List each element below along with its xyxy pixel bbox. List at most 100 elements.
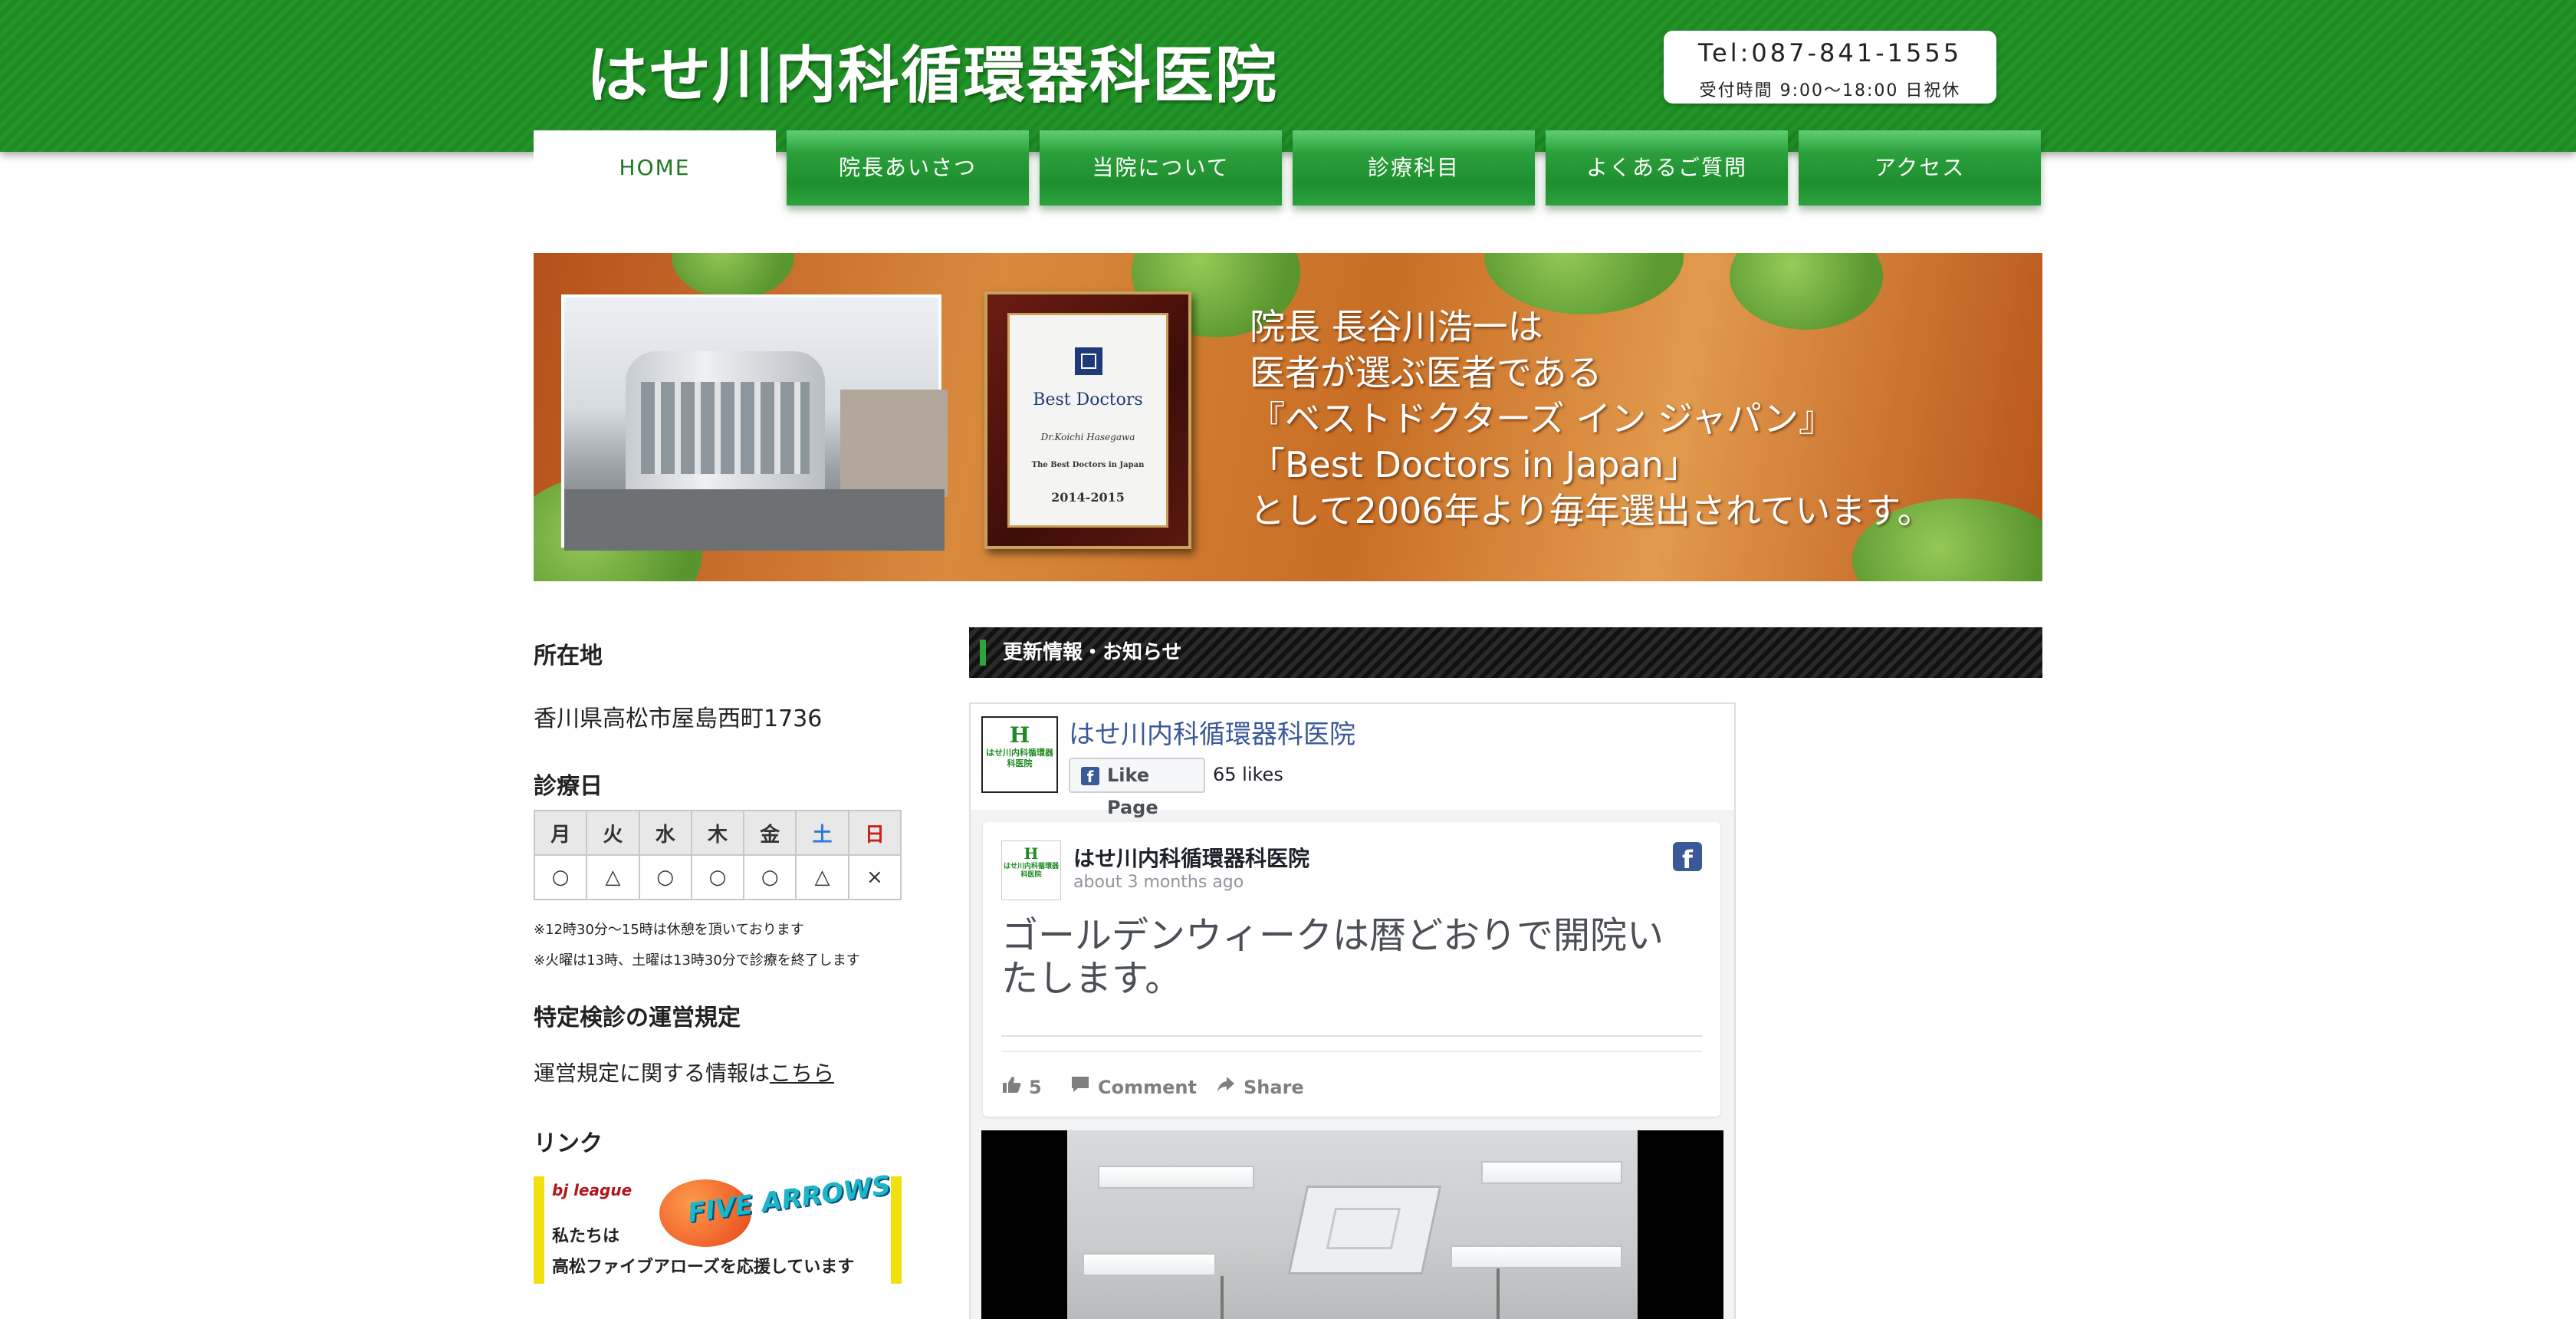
mark-cell: ○ [690,854,745,900]
nav-item-access[interactable]: アクセス [1799,130,2041,206]
leaf-decoration [672,253,794,299]
mark-cell: △ [586,854,640,900]
ceiling-light [1098,1166,1254,1189]
nav-item-about[interactable]: 当院について [1040,130,1282,206]
day-cell: 月 [533,810,588,856]
support-text-line1: 私たちは [552,1227,620,1246]
main-nav: HOME 院長あいさつ 当院について 診療科目 よくあるご質問 アクセス [534,130,2042,209]
mark-cell: △ [795,854,849,900]
nav-item-departments[interactable]: 診療科目 [1293,130,1535,206]
likes-count: 65 likes [1213,764,1283,785]
schedule-days-row: 月 火 水 木 金 土 日 [533,810,902,856]
news-heading-bar: 更新情報・お知らせ [969,627,2042,678]
mark-cell: ○ [533,854,588,900]
hero-banner: Best Doctors Dr.Koichi Hasegawa The Best… [534,253,2042,581]
share-icon [1216,1075,1236,1098]
day-cell: 水 [638,810,692,856]
plaque-doctor-name: Dr.Koichi Hasegawa [1040,432,1135,442]
avatar-text: はせ川内科循環器科医院 [986,748,1053,768]
fb-post-text: ゴールデンウィークは暦どおりで開院いたします。 [1001,914,1664,1000]
fb-page-header: H はせ川内科循環器科医院 はせ川内科循環器科医院 f Like Page 65… [971,704,1734,818]
like-count: 5 [1029,1077,1042,1098]
fb-post-video[interactable] [981,1130,1723,1319]
ceiling-pipe [1497,1268,1500,1319]
links-heading: リンク [534,1130,603,1157]
rules-link[interactable]: こちら [770,1061,834,1086]
comment-action[interactable]: Comment [1070,1075,1197,1098]
location-heading: 所在地 [534,643,603,669]
schedule-marks-row: ○ △ ○ ○ ○ △ × [533,854,902,900]
facebook-logo-icon[interactable]: f [1673,842,1702,871]
schedule-heading: 診療日 [534,773,603,800]
ceiling-light [1481,1161,1622,1184]
five-arrows-logo: FIVE ARROWS [685,1169,893,1229]
site-title[interactable]: はせ川内科循環器科医院 [586,34,1278,118]
divider [1001,1051,1702,1052]
plaque-certificate: Best Doctors Dr.Koichi Hasegawa The Best… [1007,313,1168,528]
plaque-title: Best Doctors [1033,390,1143,410]
mark-cell: ○ [743,854,797,900]
nav-item-greeting[interactable]: 院長あいさつ [787,130,1029,206]
banner-line: 『ベストドクターズ イン ジャパン』 [1250,398,1835,439]
nav-item-faq[interactable]: よくあるご質問 [1546,130,1788,206]
rules-text-label: 運営規定に関する情報は [534,1061,770,1086]
parking-lot [564,489,945,551]
news-heading: 更新情報・お知らせ [1003,641,1182,664]
banner-message: 院長 長谷川浩一は 医者が選ぶ医者である 『ベストドクターズ イン ジャパン』 … [1250,304,2024,534]
fb-post-author[interactable]: はせ川内科循環器科医院 [1073,842,1309,873]
avatar-letter: H [1024,844,1039,863]
best-doctors-logo-icon [1075,347,1102,375]
rules-text: 運営規定に関する情報はこちら [534,1057,834,1087]
facebook-page-widget: H はせ川内科循環器科医院 はせ川内科循環器科医院 f Like Page 65… [969,702,1736,1319]
comment-icon [1070,1075,1090,1098]
divider [1001,1035,1702,1037]
ceiling-light [1083,1253,1216,1276]
mark-cell: ○ [638,854,692,900]
facebook-f-icon: f [1081,767,1099,786]
day-cell: 金 [743,810,797,856]
phone-number[interactable]: Tel:087-841-1555 [1664,38,1996,67]
site-header: はせ川内科循環器科医院 Tel:087-841-1555 受付時間 9:00〜1… [0,0,2576,152]
schedule-note-break: ※12時30分〜15時は休憩を頂いております [534,922,804,938]
mark-cell: × [847,854,902,900]
clinic-building-photo [561,294,948,551]
five-arrows-banner-link[interactable]: bj league FIVE ARROWS 私たちは 高松ファイブアローズを応援… [534,1170,902,1284]
best-doctors-plaque: Best Doctors Dr.Koichi Hasegawa The Best… [984,291,1191,549]
reception-hours: 受付時間 9:00〜18:00 日祝休 [1699,81,1961,100]
thumbs-up-icon [1001,1075,1021,1098]
neighbor-house [840,390,948,497]
share-action[interactable]: Share [1216,1075,1304,1098]
day-cell: 火 [586,810,640,856]
fb-page-avatar[interactable]: H はせ川内科循環器科医院 [981,716,1058,793]
avatar-letter: H [1009,722,1030,748]
like-page-label: Like Page [1107,765,1158,818]
avatar-text: はせ川内科循環器科医院 [1003,863,1059,879]
address-text: 香川県高松市屋島西町1736 [534,706,823,732]
video-frame-ceiling [1067,1130,1638,1319]
plaque-years: 2014-2015 [1051,490,1125,505]
schedule-table: 月 火 水 木 金 土 日 ○ △ ○ ○ ○ △ × [533,810,902,900]
ceiling-light [1451,1245,1622,1268]
schedule-note-closing: ※火曜は13時、土曜は13時30分で診療を終了します [534,952,860,969]
fb-post-timestamp[interactable]: about 3 months ago [1073,873,1244,892]
heading-accent-bar [980,640,986,666]
fb-page-name-link[interactable]: はせ川内科循環器科医院 [1069,713,1355,751]
comment-label: Comment [1098,1077,1197,1098]
day-cell-sunday: 日 [847,810,902,856]
day-cell: 木 [690,810,745,856]
banner-line: 医者が選ぶ医者である [1250,352,1602,393]
fb-post-avatar[interactable]: H はせ川内科循環器科医院 [1001,840,1061,900]
fb-post-card: H はせ川内科循環器科医院 はせ川内科循環器科医院 about 3 months… [983,822,1720,1117]
air-conditioner-unit [1287,1186,1442,1275]
plaque-subtitle: The Best Doctors in Japan [1031,461,1145,469]
day-cell-saturday: 土 [795,810,849,856]
contact-box: Tel:087-841-1555 受付時間 9:00〜18:00 日祝休 [1664,31,1996,104]
banner-line: として2006年より毎年選出されています。 [1250,490,1933,531]
nav-item-home[interactable]: HOME [534,130,776,209]
building-window [641,382,810,474]
like-page-button[interactable]: f Like Page [1069,758,1205,818]
bj-league-logo: bj league [552,1181,632,1199]
rules-heading: 特定検診の運営規定 [534,1005,741,1031]
like-action[interactable]: 5 [1001,1075,1042,1098]
banner-line: 院長 長谷川浩一は [1250,306,1543,347]
